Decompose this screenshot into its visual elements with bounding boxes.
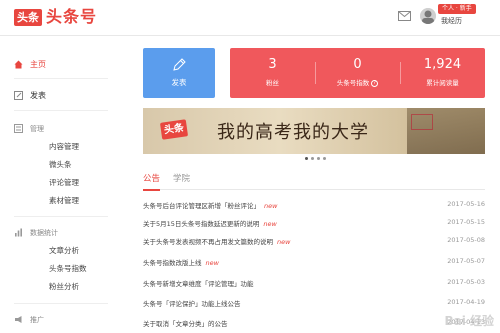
stat-fans[interactable]: 3 粉丝 xyxy=(230,48,315,98)
sidebar-item-micro-headline[interactable]: 微头条 xyxy=(49,159,72,170)
megaphone-icon xyxy=(15,316,22,323)
sidebar-section-label: 管理 xyxy=(30,125,44,133)
sidebar-item-material-manage[interactable]: 素材管理 xyxy=(49,195,79,206)
pen-icon xyxy=(173,58,186,71)
announcement-title: 头条号新增文章维度「评论管理」功能 xyxy=(143,280,254,288)
tab-bar: 公告 学院 xyxy=(143,172,485,190)
announcement-title: 头条号「评论保护」功能上线公告 xyxy=(143,300,241,308)
announcement-title: 关于5月15日头条号指数延迟更新的说明 xyxy=(143,220,260,228)
publish-card-label: 发表 xyxy=(171,78,187,87)
new-badge: new xyxy=(263,220,277,228)
announcement-row[interactable]: 关于取消「文章分类」的公告 2017-04-13 xyxy=(143,313,485,333)
sidebar-item-fans-analysis[interactable]: 粉丝分析 xyxy=(49,281,79,292)
user-level-badge: 个人 · 新手 xyxy=(438,4,476,14)
tab-academy[interactable]: 学院 xyxy=(173,172,190,184)
announcement-title-wrap: 头条号后台评论管理区新增「粉丝评论」 new xyxy=(143,200,277,210)
stat-index[interactable]: 0 头条号指数? xyxy=(315,48,400,98)
manage-icon xyxy=(14,124,23,133)
announcement-title: 头条号指数改版上线 xyxy=(143,259,202,267)
announcement-title-wrap: 头条号指数改版上线 new xyxy=(143,257,219,267)
stats-card: 3 粉丝 0 头条号指数? 1,924 累计阅读量 xyxy=(230,48,485,98)
announcement-row[interactable]: 头条号指数改版上线 new 2017-05-07 xyxy=(143,252,485,272)
carousel-dot[interactable] xyxy=(305,157,308,160)
promo-banner[interactable]: 头条 我的高考我的大学 xyxy=(143,108,485,154)
help-icon[interactable]: ? xyxy=(371,79,379,87)
sidebar-section-label: 数据统计 xyxy=(30,229,58,237)
announcement-date: 2017-05-16 xyxy=(447,200,485,208)
stat-value: 1,924 xyxy=(423,57,462,72)
announcement-title: 关于取消「文章分类」的公告 xyxy=(143,320,228,328)
announcement-date: 2017-05-03 xyxy=(447,278,485,286)
announcement-title-wrap: 关于5月15日头条号指数延迟更新的说明 new xyxy=(143,218,277,228)
avatar-icon xyxy=(420,8,436,24)
sidebar-item-content-manage[interactable]: 内容管理 xyxy=(49,141,79,152)
banner-stamp xyxy=(411,114,433,130)
logo[interactable]: 头条 头条号 xyxy=(14,8,97,26)
announcement-row[interactable]: 头条号「评论保护」功能上线公告 2017-04-19 xyxy=(143,293,485,313)
stat-label: 粉丝 xyxy=(266,79,279,87)
chart-icon xyxy=(15,228,22,237)
mail-icon[interactable] xyxy=(398,11,411,21)
tab-announcements[interactable]: 公告 xyxy=(143,172,160,184)
watermark: Bai 经验 xyxy=(444,314,494,328)
stat-label: 头条号指数 xyxy=(336,79,370,87)
sidebar-divider xyxy=(14,110,108,111)
sidebar-divider xyxy=(14,303,108,304)
stat-value: 0 xyxy=(353,57,362,72)
announcement-title-wrap: 关于取消「文章分类」的公告 xyxy=(143,318,232,328)
stat-label: 累计阅读量 xyxy=(426,79,459,87)
announcement-row[interactable]: 头条号后台评论管理区新增「粉丝评论」 new 2017-05-16 xyxy=(143,195,485,215)
stat-reads[interactable]: 1,924 累计阅读量 xyxy=(400,48,485,98)
sidebar-section-promote[interactable]: 推广 xyxy=(15,315,44,325)
sidebar-item-article-analysis[interactable]: 文章分析 xyxy=(49,245,79,256)
sidebar-section-label: 推广 xyxy=(30,316,44,324)
banner-title: 我的高考我的大学 xyxy=(217,122,369,143)
publish-card-button[interactable]: 发表 xyxy=(143,48,215,98)
logo-box: 头条 xyxy=(14,8,42,26)
new-badge: new xyxy=(277,238,291,246)
announcement-row[interactable]: 关于5月15日头条号指数延迟更新的说明 new 2017-05-15 xyxy=(143,213,485,233)
sidebar-item-publish[interactable]: 发表 xyxy=(14,90,46,101)
carousel-dot[interactable] xyxy=(311,157,314,160)
logo-text: 头条号 xyxy=(46,7,98,26)
announcement-date: 2017-05-07 xyxy=(447,257,485,265)
new-badge: new xyxy=(205,259,219,267)
announcement-row[interactable]: 关于头条号发表视频不再占用发文篇数的说明 new 2017-05-08 xyxy=(143,231,485,251)
sidebar-section-stats: 数据统计 xyxy=(15,228,58,238)
new-badge: new xyxy=(264,202,278,210)
stat-value: 3 xyxy=(268,57,277,72)
announcement-title-wrap: 头条号新增文章维度「评论管理」功能 xyxy=(143,278,258,288)
sidebar-item-label: 主页 xyxy=(30,60,46,69)
sidebar-divider xyxy=(14,216,108,217)
carousel-dots xyxy=(305,157,326,160)
announcement-date: 2017-04-19 xyxy=(447,298,485,306)
announcement-title: 关于头条号发表视频不再占用发文篇数的说明 xyxy=(143,238,273,246)
home-icon xyxy=(14,60,23,69)
announcement-row[interactable]: 头条号新增文章维度「评论管理」功能 2017-05-03 xyxy=(143,273,485,293)
edit-icon xyxy=(14,91,23,100)
carousel-dot[interactable] xyxy=(323,157,326,160)
sidebar-item-comment-manage[interactable]: 评论管理 xyxy=(49,177,79,188)
announcement-date: 2017-05-08 xyxy=(447,236,485,244)
user-name[interactable]: 我经历 xyxy=(441,16,462,26)
carousel-dot[interactable] xyxy=(317,157,320,160)
sidebar-item-label: 发表 xyxy=(30,91,46,100)
stat-label-wrap: 头条号指数? xyxy=(315,77,400,87)
announcement-title-wrap: 头条号「评论保护」功能上线公告 xyxy=(143,298,245,308)
top-header: 头条 头条号 个人 · 新手 我经历 xyxy=(0,0,500,36)
sidebar-item-index[interactable]: 头条号指数 xyxy=(49,263,87,274)
avatar[interactable] xyxy=(420,8,436,24)
sidebar-divider xyxy=(14,78,108,79)
announcement-date: 2017-05-15 xyxy=(447,218,485,226)
sidebar-section-manage: 管理 xyxy=(14,124,44,134)
announcement-title-wrap: 关于头条号发表视频不再占用发文篇数的说明 new xyxy=(143,236,290,246)
sidebar-item-home[interactable]: 主页 xyxy=(14,59,46,70)
announcement-title: 头条号后台评论管理区新增「粉丝评论」 xyxy=(143,202,260,210)
active-tab-indicator xyxy=(143,189,160,191)
banner-logo: 头条 xyxy=(159,119,189,140)
